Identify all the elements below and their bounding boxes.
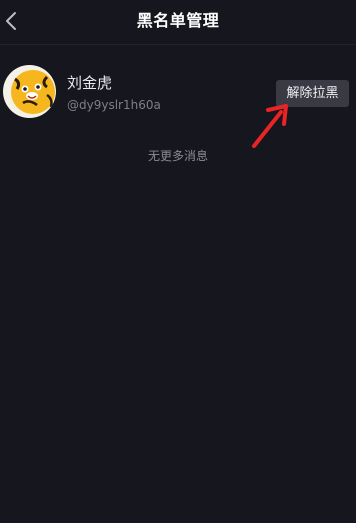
top-bar: 黑名单管理: [0, 0, 356, 45]
avatar[interactable]: [3, 65, 56, 118]
red-arrow-annotation-icon: [252, 104, 288, 148]
no-more-messages: 无更多消息: [147, 149, 208, 163]
blacklist-screen: 黑名单管理 刘金虎 @dy9yslr1h60a 解除拉黑 无更多消息: [0, 0, 356, 523]
user-name: 刘金虎: [67, 74, 113, 92]
user-handle: @dy9yslr1h60a: [67, 98, 161, 112]
blocked-user-row[interactable]: 刘金虎 @dy9yslr1h60a 解除拉黑: [0, 62, 356, 124]
page-title: 黑名单管理: [136, 11, 220, 30]
